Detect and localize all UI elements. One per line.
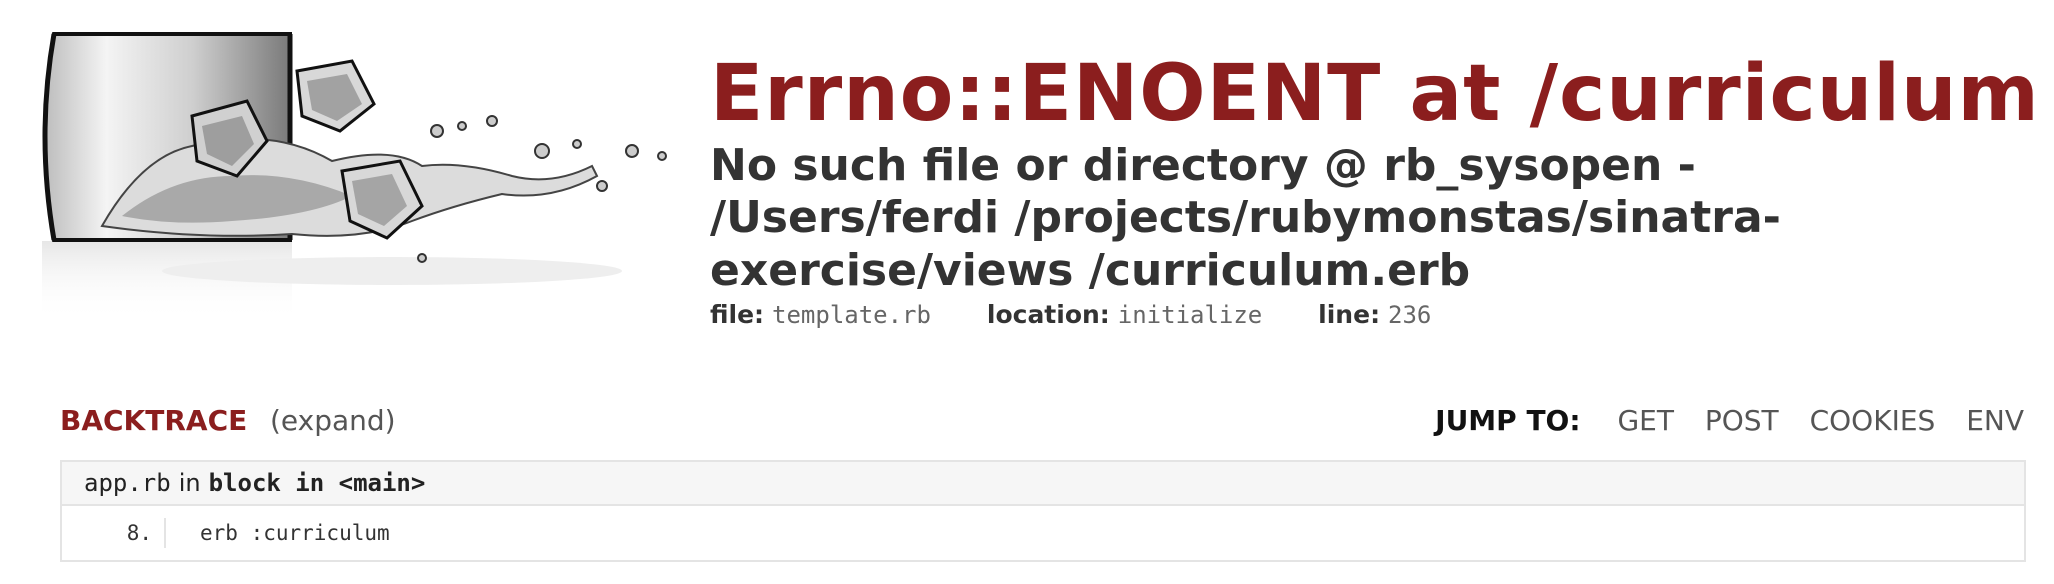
frame-header[interactable]: app.rb in block in <main> bbox=[62, 462, 2024, 506]
frame-file: app.rb bbox=[84, 469, 171, 497]
frame-context: block in <main> bbox=[208, 469, 426, 497]
line-value: 236 bbox=[1388, 301, 1432, 329]
jump-cookies-link[interactable]: COOKIES bbox=[1810, 404, 1936, 437]
line-number: 8. bbox=[62, 518, 166, 548]
location-label: location: bbox=[986, 300, 1110, 329]
backtrace-frame[interactable]: app.rb in block in <main> 8. erb :curric… bbox=[60, 460, 2026, 562]
frame-code-line: 8. erb :curriculum bbox=[62, 506, 2024, 560]
sinatra-glass-splash-icon bbox=[42, 32, 667, 321]
backtrace-heading: BACKTRACE bbox=[60, 404, 248, 437]
frame-in-label: in bbox=[178, 469, 201, 497]
line-label: line: bbox=[1318, 300, 1381, 329]
jump-post-link[interactable]: POST bbox=[1705, 404, 1779, 437]
file-label: file: bbox=[710, 300, 765, 329]
code-text: erb :curriculum bbox=[200, 521, 390, 545]
jump-to-nav: JUMP TO: GET POST COOKIES ENV bbox=[1435, 404, 2024, 437]
error-meta: file: template.rb location: initialize l… bbox=[710, 300, 1431, 329]
error-header: Errno::ENOENT at /curriculum No such fil… bbox=[0, 0, 2054, 380]
jump-get-link[interactable]: GET bbox=[1617, 404, 1674, 437]
location-value: initialize bbox=[1117, 301, 1263, 329]
jump-env-link[interactable]: ENV bbox=[1966, 404, 2024, 437]
error-message: No such file or directory @ rb_sysopen -… bbox=[710, 140, 1781, 296]
error-title: Errno::ENOENT at /curriculum bbox=[710, 49, 2040, 139]
jump-to-label: JUMP TO: bbox=[1435, 404, 1581, 437]
backtrace-expand-toggle[interactable]: (expand) bbox=[270, 404, 396, 437]
file-value: template.rb bbox=[772, 301, 931, 329]
